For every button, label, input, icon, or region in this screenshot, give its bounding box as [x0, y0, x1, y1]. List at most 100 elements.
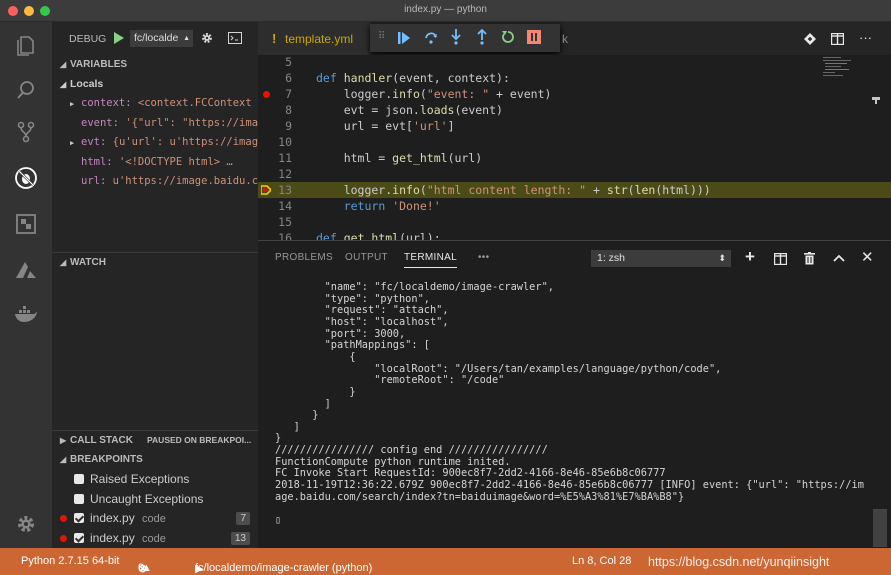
code-line[interactable]: 5	[258, 55, 891, 70]
breakpoint-item[interactable]: Uncaught Exceptions	[52, 490, 258, 509]
code-text: evt = json.loads(event)	[316, 103, 503, 117]
split-terminal-icon[interactable]	[774, 253, 787, 265]
breakpoint-checkbox[interactable]	[74, 513, 84, 523]
code-line[interactable]: 11 html = get_html(url)	[258, 150, 891, 166]
code-line[interactable]: 12	[258, 166, 891, 182]
breakpoint-item[interactable]: Raised Exceptions	[52, 470, 258, 489]
new-terminal-icon[interactable]: +	[745, 247, 755, 267]
variable-row[interactable]: ▶ context: <context.FCContext i…	[52, 94, 258, 113]
line-number: 6	[285, 71, 292, 85]
minimap[interactable]	[821, 55, 871, 85]
terminal-line: 2018-11-19T12:36:22.679Z 900ec8f7-2dd2-4…	[275, 479, 864, 492]
debug-console-icon[interactable]	[228, 32, 242, 44]
breakpoint-item[interactable]: index.py code 13	[52, 529, 258, 548]
extensions-icon[interactable]	[14, 212, 38, 236]
continue-icon[interactable]	[398, 32, 410, 44]
source-control-icon[interactable]	[14, 120, 38, 144]
breakpoint-label: index.py	[90, 511, 135, 525]
breakpoint-checkbox[interactable]	[74, 493, 84, 504]
terminal-line: }	[275, 385, 356, 398]
tab-terminal[interactable]: TERMINAL	[404, 252, 457, 268]
code-text: logger.info("event: " + event)	[316, 87, 552, 101]
debug-config-label: fc/localde	[134, 32, 179, 44]
breakpoint-checkbox[interactable]	[74, 532, 84, 543]
debug-icon[interactable]	[14, 166, 38, 190]
terminal-line: }	[275, 409, 319, 422]
terminal-line: "host": "localhost",	[275, 315, 449, 328]
variables-title: VARIABLES	[70, 59, 128, 70]
drag-handle-icon[interactable]: ⠿	[378, 31, 385, 42]
breakpoint-item[interactable]: index.py code 7	[52, 509, 258, 528]
terminal-line: "name": "fc/localdemo/image-crawler",	[275, 281, 554, 293]
aliyun-icon[interactable]	[14, 258, 38, 282]
open-changes-icon[interactable]	[804, 33, 816, 45]
more-actions-icon[interactable]: ···	[859, 30, 872, 45]
maximize-panel-chevron-up-icon[interactable]	[833, 254, 845, 262]
code-line[interactable]: 14 return 'Done!'	[258, 198, 891, 214]
close-panel-icon[interactable]: ✕	[861, 248, 874, 266]
restart-icon[interactable]	[501, 30, 515, 44]
terminal-line: {	[275, 350, 356, 363]
terminal-select[interactable]: 1: zsh ⬍	[591, 250, 731, 267]
scrollbar-marker	[875, 99, 877, 104]
split-editor-icon[interactable]	[831, 33, 844, 45]
tab-more[interactable]: •••	[478, 252, 489, 263]
breakpoints-title: BREAKPOINTS	[70, 454, 143, 465]
debug-settings-gear-icon[interactable]	[200, 31, 214, 45]
variable-row[interactable]: url: u'https://image.baidu.co…	[52, 172, 258, 191]
step-into-icon[interactable]	[450, 29, 462, 45]
tab-output[interactable]: OUTPUT	[345, 252, 388, 263]
line-number: 5	[285, 55, 292, 69]
variables-header[interactable]: ◢ VARIABLES	[52, 55, 258, 74]
breakpoint-checkbox[interactable]	[74, 474, 84, 484]
code-line[interactable]: 6 def handler(event, context):	[258, 70, 891, 86]
title-bar: index.py — python	[0, 0, 891, 22]
chevron-down-icon: ◢	[60, 258, 67, 267]
code-line[interactable]: 9 url = evt['url']	[258, 118, 891, 134]
tab-label: template.yml	[285, 32, 354, 46]
code-line[interactable]: 10	[258, 134, 891, 150]
call-stack-header[interactable]: ▶ CALL STACK PAUSED ON BREAKPOI...	[52, 430, 258, 449]
debug-config-select[interactable]: fc/localde ▲	[130, 30, 193, 47]
code-editor[interactable]: 5 6 def handler(event, context): 7 logger.i…	[258, 55, 891, 240]
terminal-line: age.baidu.com/search/index?tn=baiduimage…	[275, 490, 685, 503]
docker-icon[interactable]	[14, 302, 38, 326]
start-debugging-icon[interactable]	[114, 32, 124, 44]
step-out-icon[interactable]	[476, 29, 488, 45]
code-line[interactable]: 16 def get_html(url):	[258, 230, 891, 240]
watch-header[interactable]: ◢ WATCH	[52, 252, 258, 271]
variable-name: html:	[81, 155, 113, 168]
breakpoint-label: Raised Exceptions	[90, 472, 190, 486]
code-line[interactable]: 7 logger.info("event: " + event)	[258, 86, 891, 102]
stop-icon[interactable]	[527, 30, 541, 44]
variable-row[interactable]: html: '<!DOCTYPE html> …	[52, 153, 258, 172]
variable-row[interactable]: event: '{"url": "https://imag…	[52, 114, 258, 133]
window-title: index.py — python	[404, 4, 487, 15]
code-line[interactable]: 15	[258, 214, 891, 230]
python-interpreter[interactable]: Python 2.7.15 64-bit	[21, 555, 119, 567]
step-over-icon[interactable]	[424, 30, 438, 44]
line-number: 11	[278, 151, 292, 165]
variable-value: u'https://image.baidu.co…	[112, 175, 258, 187]
code-text: def get_html(url):	[316, 231, 441, 240]
code-line[interactable]: 13 logger.info("html content length: " +…	[258, 182, 891, 198]
line-number: 15	[278, 215, 292, 229]
code-line[interactable]: 8 evt = json.loads(event)	[258, 102, 891, 118]
settings-gear-icon[interactable]	[14, 512, 38, 536]
variable-name: context:	[81, 97, 132, 109]
breakpoints-header[interactable]: ◢ BREAKPOINTS	[52, 450, 258, 469]
watch-title: WATCH	[70, 257, 106, 268]
explorer-icon[interactable]	[14, 34, 38, 58]
terminal-scrollbar[interactable]	[873, 509, 887, 547]
tab-template-yml[interactable]: ! template.yml	[258, 22, 370, 55]
cursor-position[interactable]: Ln 8, Col 28	[572, 555, 631, 567]
kill-terminal-trash-icon[interactable]	[804, 252, 815, 265]
variable-row[interactable]: ▶ evt: {u'url': u'https://image…	[52, 133, 258, 152]
line-number: 16	[278, 231, 292, 240]
tab-problems[interactable]: PROBLEMS	[275, 252, 333, 263]
breakpoint-dot-icon	[60, 534, 67, 542]
search-icon[interactable]	[14, 78, 38, 102]
locals-scope[interactable]: ◢ Locals	[52, 75, 258, 94]
warning-count: 0	[138, 562, 145, 574]
hidden-tab-suffix: k	[562, 32, 568, 46]
